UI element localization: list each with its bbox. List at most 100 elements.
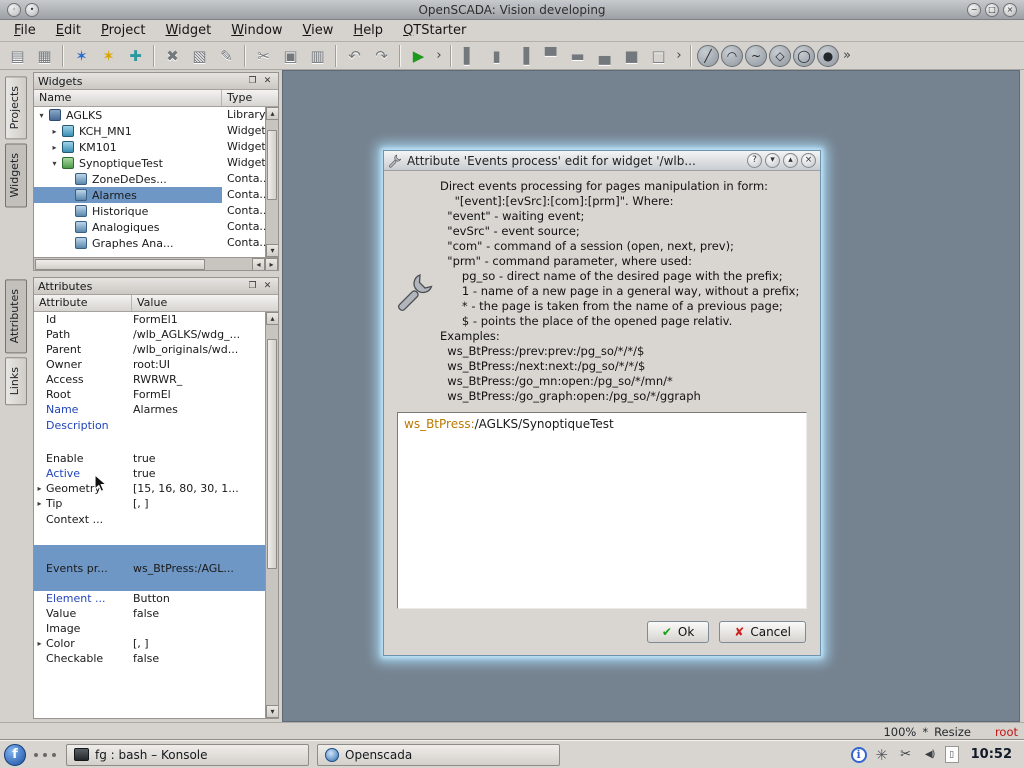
- events-value-editor[interactable]: ws_BtPress:/AGLKS/SynoptiqueTest: [397, 412, 807, 609]
- attribute-row[interactable]: Events pr... ws_BtPress:/AGL...: [34, 545, 278, 591]
- new-library-icon[interactable]: ✶: [96, 44, 121, 68]
- menu-edit[interactable]: Edit: [46, 21, 91, 40]
- attribute-row[interactable]: ▸ Color [, ]: [34, 636, 278, 651]
- attribute-row[interactable]: Parent /wlb_originals/wd...: [34, 342, 278, 357]
- align-vcenter-icon[interactable]: ▬: [565, 44, 590, 68]
- scrollbar-thumb[interactable]: [267, 339, 277, 569]
- attribute-row[interactable]: Context ...: [34, 511, 278, 545]
- attribute-row[interactable]: Active true: [34, 466, 278, 481]
- attribute-row[interactable]: Enable true: [34, 451, 278, 466]
- attribute-row[interactable]: Path /wlb_AGLKS/wdg_...: [34, 327, 278, 342]
- column-attribute[interactable]: Attribute: [34, 295, 132, 311]
- menu-help[interactable]: Help: [343, 21, 393, 40]
- ok-button[interactable]: ✔ Ok: [647, 621, 709, 643]
- current-user[interactable]: root: [995, 725, 1018, 739]
- draw-fill-icon[interactable]: ●: [817, 45, 839, 67]
- sidebar-tab-links[interactable]: Links: [5, 357, 27, 405]
- tree-expander-icon[interactable]: ▾: [49, 159, 60, 168]
- draw-line-icon[interactable]: ╱: [697, 45, 719, 67]
- menu-qtstarter[interactable]: QTStarter: [393, 21, 476, 40]
- close-panel-icon[interactable]: ✕: [261, 280, 274, 293]
- overflow-chevron-icon[interactable]: ›: [433, 44, 445, 68]
- scroll-up-icon[interactable]: ▴: [266, 312, 278, 325]
- menu-widget[interactable]: Widget: [155, 21, 221, 40]
- widgets-panel-titlebar[interactable]: Widgets ❐ ✕: [34, 73, 278, 90]
- settings-tray-icon[interactable]: ✳: [873, 746, 891, 764]
- float-panel-icon[interactable]: ❐: [246, 280, 259, 293]
- attribute-row[interactable]: Image: [34, 621, 278, 636]
- float-panel-icon[interactable]: ❐: [246, 75, 259, 88]
- cancel-button[interactable]: ✘ Cancel: [719, 621, 806, 643]
- attribute-row[interactable]: Value false: [34, 606, 278, 621]
- attribute-row[interactable]: Element ... Button: [34, 591, 278, 606]
- draw-besier-icon[interactable]: ~: [745, 45, 767, 67]
- tree-row[interactable]: ▸ KM101 Widget: [34, 139, 278, 155]
- taskbar-task-openscada[interactable]: Openscada: [317, 744, 560, 766]
- maximize-button[interactable]: □: [985, 3, 999, 17]
- tree-row[interactable]: Alarmes Conta...: [34, 187, 278, 203]
- toolbar-extension-icon[interactable]: »: [841, 44, 853, 68]
- menu-project[interactable]: Project: [91, 21, 156, 40]
- visual-item-properties-icon[interactable]: ▧: [187, 44, 212, 68]
- scroll-right-icon[interactable]: ▸: [265, 258, 278, 271]
- raise-widget-icon[interactable]: ■: [619, 44, 644, 68]
- delete-visual-item-icon[interactable]: ✖: [160, 44, 185, 68]
- unshade-button[interactable]: ▴: [783, 153, 798, 168]
- draw-ellipse-icon[interactable]: ◯: [793, 45, 815, 67]
- clipboard-tray-icon[interactable]: ▯: [945, 746, 959, 763]
- attribute-row[interactable]: Owner root:UI: [34, 357, 278, 372]
- close-panel-icon[interactable]: ✕: [261, 75, 274, 88]
- close-button[interactable]: ×: [1003, 3, 1017, 17]
- visual-item-edit-icon[interactable]: ✎: [214, 44, 239, 68]
- column-value[interactable]: Value: [132, 295, 278, 311]
- attribute-row[interactable]: ▸ Geometry [15, 16, 80, 30, 1...: [34, 481, 278, 496]
- tree-row[interactable]: ▾ AGLKS Library: [34, 107, 278, 123]
- attribute-row[interactable]: Id FormEl1: [34, 312, 278, 327]
- window-titlebar[interactable]: ◦ • OpenSCADA: Vision developing − □ ×: [0, 0, 1024, 20]
- tree-expander-icon[interactable]: ▾: [36, 111, 47, 120]
- tree-expander-icon[interactable]: ▸: [49, 143, 60, 152]
- sidebar-tab-widgets[interactable]: Widgets: [5, 143, 27, 207]
- sidebar-tab-projects[interactable]: Projects: [5, 76, 27, 139]
- row-expander-icon[interactable]: ▸: [34, 499, 45, 508]
- menu-view[interactable]: View: [293, 21, 344, 40]
- tree-row[interactable]: Analogiques Conta...: [34, 219, 278, 235]
- align-top-icon[interactable]: ▀: [538, 44, 563, 68]
- scrollbar-thumb[interactable]: [267, 130, 277, 200]
- scroll-down-icon[interactable]: ▾: [266, 705, 278, 718]
- align-bottom-icon[interactable]: ▄: [592, 44, 617, 68]
- draw-polygon-icon[interactable]: ◇: [769, 45, 791, 67]
- align-hcenter-icon[interactable]: ▮: [484, 44, 509, 68]
- klipper-tray-icon[interactable]: ✂: [897, 746, 915, 764]
- widgets-vertical-scrollbar[interactable]: ▴ ▾: [265, 107, 278, 257]
- pager-dots[interactable]: [34, 753, 56, 757]
- dialog-close-button[interactable]: ×: [801, 153, 816, 168]
- add-widget-icon[interactable]: ✚: [123, 44, 148, 68]
- window-sticky-icon[interactable]: •: [25, 3, 39, 17]
- align-left-icon[interactable]: ▌: [457, 44, 482, 68]
- scroll-down-icon[interactable]: ▾: [266, 244, 278, 257]
- tree-row[interactable]: ▸ KCH_MN1 Widget: [34, 123, 278, 139]
- attribute-row[interactable]: Name Alarmes: [34, 402, 278, 417]
- cut-icon[interactable]: ✂: [251, 44, 276, 68]
- tree-expander-icon[interactable]: ▸: [49, 127, 60, 136]
- taskbar-task-konsole[interactable]: fg : bash – Konsole: [66, 744, 309, 766]
- align-right-icon[interactable]: ▐: [511, 44, 536, 68]
- column-type[interactable]: Type: [222, 90, 278, 106]
- window-menu-icon[interactable]: ◦: [7, 3, 21, 17]
- redo-icon[interactable]: ↷: [369, 44, 394, 68]
- lower-widget-icon[interactable]: □: [646, 44, 671, 68]
- column-name[interactable]: Name: [34, 90, 222, 106]
- draw-arc-icon[interactable]: ◠: [721, 45, 743, 67]
- row-expander-icon[interactable]: ▸: [34, 484, 45, 493]
- scroll-left-icon[interactable]: ◂: [252, 258, 265, 271]
- new-visual-item-icon[interactable]: ✶: [69, 44, 94, 68]
- dialog-titlebar[interactable]: Attribute 'Events process' edit for widg…: [384, 151, 820, 171]
- paste-icon[interactable]: ▥: [305, 44, 330, 68]
- tree-row[interactable]: ▾ SynoptiqueTest Widget: [34, 155, 278, 171]
- tree-row[interactable]: Graphes Ana... Conta...: [34, 235, 278, 251]
- attribute-row[interactable]: Root FormEl: [34, 387, 278, 402]
- launcher-icon[interactable]: f: [4, 744, 26, 766]
- attribute-row[interactable]: Description: [34, 417, 278, 451]
- sidebar-tab-attributes[interactable]: Attributes: [5, 279, 27, 353]
